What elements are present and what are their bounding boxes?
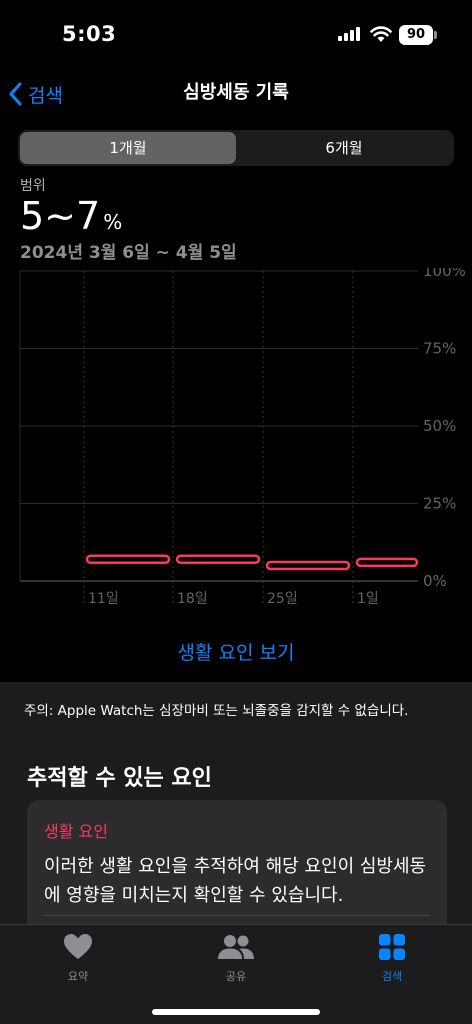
grid-icon (379, 934, 405, 960)
y-tick-label: 75% (423, 340, 456, 358)
notice-text: 주의: Apple Watch는 심장마비 또는 뇌졸중을 감지할 수 없습니다… (24, 703, 409, 719)
y-tick-label: 0% (423, 572, 447, 590)
tab-sharing-label: 공유 (225, 970, 247, 983)
y-tick-label: 100% (423, 268, 466, 280)
cellular-signal-icon (338, 27, 360, 41)
range-label: 범위 (20, 178, 46, 194)
x-tick-label: 18일 (177, 591, 208, 607)
status-time: 5:03 (62, 22, 117, 46)
x-tick-label: 25일 (267, 591, 298, 607)
home-indicator (152, 1009, 320, 1015)
x-tick-label: 1일 (357, 591, 379, 607)
range-unit: % (103, 210, 123, 234)
card-tag: 생활 요인 (44, 822, 108, 841)
wifi-icon (370, 26, 392, 42)
data-bar (85, 554, 171, 565)
people-icon (218, 935, 254, 959)
main-panel: 1개월 6개월 범위 5~7% 2024년 3월 6일 ~ 4월 5일 100%… (0, 118, 472, 682)
segment-6-months[interactable]: 6개월 (236, 132, 452, 164)
x-tick-label: 11일 (88, 591, 119, 607)
battery-tip (434, 31, 437, 39)
y-tick-label: 25% (423, 495, 456, 513)
tab-browse-label: 검색 (381, 970, 403, 983)
tab-summary[interactable]: 요약 (33, 933, 123, 984)
period-segmented-control: 1개월 6개월 (18, 130, 454, 166)
card-body: 이러한 생활 요인을 추적하여 해당 요인이 심방세동에 영향을 미치는지 확인… (44, 856, 427, 906)
tab-summary-label: 요약 (67, 970, 89, 983)
y-tick-label: 50% (423, 417, 456, 435)
navigation-bar: 검색 심방세동 기록 (0, 70, 472, 118)
segment-1-month[interactable]: 1개월 (20, 132, 236, 164)
battery-icon: 90 (399, 25, 433, 45)
range-value: 5~7% (20, 194, 122, 238)
factors-section-title: 추적할 수 있는 요인 (27, 766, 212, 791)
range-number: 5~7 (20, 194, 101, 238)
data-bar (265, 560, 351, 571)
afib-history-chart[interactable]: 100% 75% 50% 25% 0% 11일 18일 25일 1일 (0, 262, 472, 618)
page-title: 심방세동 기록 (183, 82, 289, 103)
status-bar: 5:03 90 (0, 0, 472, 70)
view-lifestyle-factors-link[interactable]: 생활 요인 보기 (0, 638, 472, 665)
date-range: 2024년 3월 6일 ~ 4월 5일 (20, 243, 237, 263)
data-bar (175, 554, 261, 565)
tab-sharing[interactable]: 공유 (191, 933, 281, 984)
chart-svg: 100% 75% 50% 25% 0% 11일 18일 25일 1일 (19, 262, 466, 607)
card-divider (44, 915, 430, 916)
data-bar (355, 557, 419, 568)
tab-browse[interactable]: 검색 (347, 933, 437, 984)
heart-icon (64, 934, 92, 959)
